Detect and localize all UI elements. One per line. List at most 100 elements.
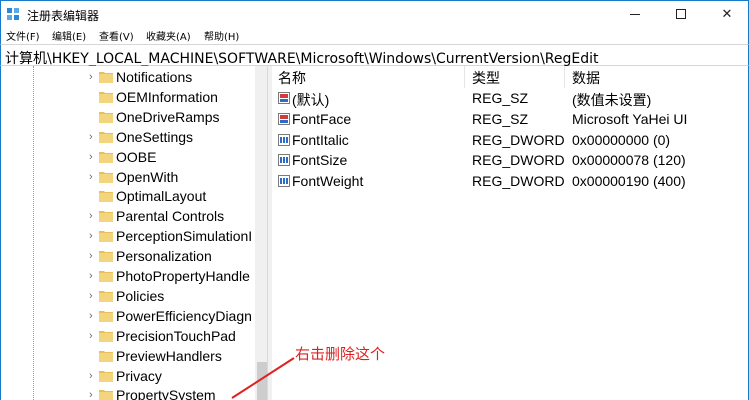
tree-item-label: PerceptionSimulationI (116, 228, 253, 245)
value-row[interactable]: FontFace REG_SZ Microsoft YaHei UI (272, 109, 742, 129)
address-path[interactable]: 计算机\HKEY_LOCAL_MACHINE\SOFTWARE\Microsof… (5, 48, 599, 68)
tree-item[interactable]: PreviewHandlers (1, 346, 255, 366)
tree-vertical-scrollbar[interactable] (255, 66, 267, 400)
binary-value-icon (278, 154, 290, 167)
value-row[interactable]: FontWeight REG_DWORD 0x00000190 (400) (272, 171, 742, 191)
value-type-cell: REG_SZ (472, 90, 529, 106)
maximize-button[interactable] (658, 1, 704, 27)
chevron-right-icon[interactable]: › (89, 330, 97, 342)
column-separator[interactable] (564, 66, 565, 88)
menu-edit[interactable]: 编辑(E) (52, 28, 86, 43)
tree-item[interactable]: OneDriveRamps (1, 107, 255, 127)
window-title: 注册表编辑器 (27, 9, 100, 23)
folder-icon (99, 370, 113, 382)
chevron-right-icon[interactable]: › (89, 310, 97, 322)
tree-item-label: PowerEfficiencyDiagn (116, 307, 252, 324)
close-button[interactable]: ✕ (704, 1, 749, 27)
tree-item[interactable]: › PowerEfficiencyDiagn (1, 306, 255, 326)
folder-icon (99, 350, 113, 362)
minimize-button[interactable] (612, 1, 658, 27)
tree-item[interactable]: › PrecisionTouchPad (1, 326, 255, 346)
value-data-cell: (数值未设置) (572, 92, 652, 108)
title-bar: 注册表编辑器 ✕ (0, 0, 749, 26)
value-row[interactable]: FontItalic REG_DWORD 0x00000000 (0) (272, 130, 742, 150)
tree-item-label: OOBE (116, 148, 157, 165)
tree-item-label: Personalization (116, 248, 212, 265)
menu-favorites[interactable]: 收藏夹(A) (146, 28, 191, 43)
tree-item-label: OpenWith (116, 168, 179, 185)
minimize-icon (630, 13, 640, 15)
chevron-right-icon[interactable]: › (89, 210, 97, 222)
value-name-cell: FontFace (292, 110, 352, 127)
tree-item[interactable]: OptimalLayout (1, 186, 255, 206)
folder-icon (99, 211, 113, 223)
tree-item[interactable]: › PhotoPropertyHandle (1, 266, 255, 286)
tree-item[interactable]: OEMInformation (1, 87, 255, 107)
string-value-icon (278, 92, 290, 104)
chevron-right-icon[interactable]: › (89, 131, 97, 143)
string-value-icon (278, 112, 290, 125)
tree-item[interactable]: › OneSettings (1, 127, 255, 147)
chevron-right-icon[interactable]: › (89, 71, 97, 83)
value-type-cell: REG_SZ (472, 110, 529, 127)
chevron-right-icon[interactable]: › (89, 270, 97, 282)
tree-item[interactable]: › OpenWith (1, 167, 255, 187)
value-data-cell: Microsoft YaHei UI (572, 110, 688, 127)
tree-item-label: OneSettings (116, 128, 194, 145)
menu-help[interactable]: 帮助(H) (204, 28, 239, 43)
tree-item[interactable]: › PropertySystem (1, 385, 255, 400)
folder-icon (99, 72, 113, 83)
folder-icon (99, 111, 113, 123)
tree-item-label: Notifications (116, 69, 193, 85)
value-row[interactable]: (默认) REG_SZ (数值未设置) (272, 88, 742, 108)
value-name-cell: FontSize (292, 152, 348, 169)
folder-icon (99, 231, 113, 243)
column-header-type[interactable]: 类型 (472, 68, 500, 88)
maximize-icon (676, 9, 686, 19)
tree-item[interactable]: › Notifications (1, 67, 255, 87)
value-type-cell: REG_DWORD (472, 152, 565, 169)
menu-file[interactable]: 文件(F) (6, 28, 40, 43)
folder-icon (99, 171, 113, 183)
tree-item[interactable]: › Policies (1, 286, 255, 306)
tree-item[interactable]: › Personalization (1, 246, 255, 266)
value-name-cell: FontItalic (292, 131, 349, 148)
annotation-arrow (231, 357, 295, 399)
value-data-cell: 0x00000078 (120) (572, 152, 686, 169)
close-icon: ✕ (721, 6, 733, 21)
tree-item[interactable]: › Parental Controls (1, 206, 255, 226)
folder-icon (99, 131, 113, 143)
value-row[interactable]: FontSize REG_DWORD 0x00000078 (120) (272, 150, 742, 170)
tree-item[interactable]: › Privacy (1, 366, 255, 386)
folder-icon (99, 330, 113, 342)
folder-icon (99, 390, 113, 400)
value-data-cell: 0x00000190 (400) (572, 173, 686, 190)
value-data-cell: 0x00000000 (0) (572, 131, 671, 148)
address-bar[interactable]: 计算机\HKEY_LOCAL_MACHINE\SOFTWARE\Microsof… (0, 44, 749, 68)
folder-icon (99, 251, 113, 263)
tree-item-label: OEMInformation (116, 88, 218, 105)
chevron-right-icon[interactable]: › (89, 171, 97, 183)
folder-icon (99, 290, 113, 302)
binary-value-icon (278, 175, 290, 188)
value-type-cell: REG_DWORD (472, 131, 565, 148)
chevron-right-icon[interactable]: › (89, 230, 97, 242)
chevron-right-icon[interactable]: › (89, 151, 97, 163)
value-name-cell: (默认) (292, 92, 330, 108)
column-header-name[interactable]: 名称 (278, 68, 306, 88)
tree-item-label: OptimalLayout (116, 188, 207, 205)
annotation-text: 右击删除这个 (295, 345, 386, 363)
chevron-right-icon[interactable]: › (89, 389, 97, 400)
tree-item-label: PhotoPropertyHandle (116, 268, 250, 284)
tree-item[interactable]: › OOBE (1, 147, 255, 167)
folder-icon (99, 271, 113, 282)
key-tree-pane[interactable]: › Notifications OEMInformation OneDriveRamp… (0, 66, 268, 400)
chevron-right-icon[interactable]: › (89, 250, 97, 262)
tree-item[interactable]: › PerceptionSimulationI (1, 226, 255, 246)
column-header-data[interactable]: 数据 (572, 68, 600, 88)
menu-view[interactable]: 查看(V) (99, 28, 134, 43)
chevron-right-icon[interactable]: › (89, 290, 97, 302)
registry-editor-icon (7, 8, 19, 20)
chevron-right-icon[interactable]: › (89, 370, 97, 382)
column-separator[interactable] (464, 66, 465, 88)
